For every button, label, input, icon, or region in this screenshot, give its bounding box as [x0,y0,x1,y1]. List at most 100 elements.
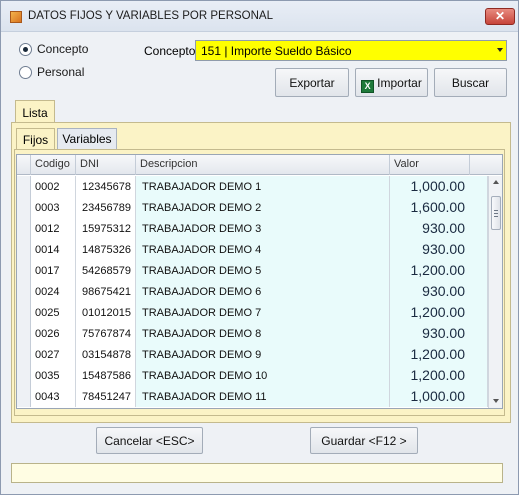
column-header-codigo[interactable]: Codigo [31,155,76,175]
scroll-up-arrow-icon[interactable] [493,180,499,184]
save-button[interactable]: Guardar <F12 > [310,427,418,454]
scrollbar-thumb[interactable] [491,196,501,230]
export-button[interactable]: Exportar [275,68,349,97]
table-row[interactable]: 0025 01012015 TRABAJADOR DEMO 7 1,200.00 [17,302,488,323]
table-row[interactable]: 0012 15975312 TRABAJADOR DEMO 3 930.00 [17,218,488,239]
cell-valor[interactable]: 930.00 [390,281,488,302]
status-bar [11,463,503,483]
cell-valor[interactable]: 1,200.00 [390,365,488,386]
cell-descripcion[interactable]: TRABAJADOR DEMO 10 [136,365,390,386]
row-indicator[interactable] [17,239,31,260]
row-indicator[interactable] [17,323,31,344]
cell-codigo[interactable]: 0027 [31,344,76,365]
row-indicator[interactable] [17,281,31,302]
column-header-valor[interactable]: Valor [390,155,470,175]
vertical-scrollbar[interactable] [488,176,502,408]
tab-fijos[interactable]: Fijos [16,128,55,150]
table-row[interactable]: 0024 98675421 TRABAJADOR DEMO 6 930.00 [17,281,488,302]
cell-dni[interactable]: 15487586 [76,365,136,386]
table-row[interactable]: 0002 12345678 TRABAJADOR DEMO 1 1,000.00 [17,176,488,197]
grip-line [494,210,498,211]
cell-codigo[interactable]: 0043 [31,386,76,407]
cell-codigo[interactable]: 0014 [31,239,76,260]
cell-codigo[interactable]: 0024 [31,281,76,302]
cell-descripcion[interactable]: TRABAJADOR DEMO 8 [136,323,390,344]
table-row[interactable]: 0026 75767874 TRABAJADOR DEMO 8 930.00 [17,323,488,344]
cell-dni[interactable]: 98675421 [76,281,136,302]
cell-valor[interactable]: 1,200.00 [390,260,488,281]
column-header-descripcion[interactable]: Descripcion [136,155,390,175]
radio-concepto-indicator[interactable] [19,42,32,56]
cell-codigo[interactable]: 0003 [31,197,76,218]
cell-descripcion[interactable]: TRABAJADOR DEMO 11 [136,386,390,407]
close-button[interactable]: ✕ [485,8,515,25]
grip-line [494,213,498,214]
radio-personal-label: Personal [37,65,85,79]
cell-valor[interactable]: 1,600.00 [390,197,488,218]
radio-concepto[interactable]: Concepto [19,42,88,56]
table-row[interactable]: 0014 14875326 TRABAJADOR DEMO 4 930.00 [17,239,488,260]
cell-valor[interactable]: 1,000.00 [390,386,488,407]
row-indicator[interactable] [17,365,31,386]
cell-codigo[interactable]: 0025 [31,302,76,323]
row-indicator[interactable] [17,176,31,197]
radio-concepto-label: Concepto [37,42,89,56]
search-button[interactable]: Buscar [434,68,507,97]
cell-descripcion[interactable]: TRABAJADOR DEMO 2 [136,197,390,218]
scroll-down-arrow-icon[interactable] [493,399,499,403]
table-row[interactable]: 0003 23456789 TRABAJADOR DEMO 2 1,600.00 [17,197,488,218]
cell-dni[interactable]: 03154878 [76,344,136,365]
cell-dni[interactable]: 15975312 [76,218,136,239]
cell-dni[interactable]: 23456789 [76,197,136,218]
grid-header: Codigo DNI Descripcion Valor [17,155,502,175]
cancel-button[interactable]: Cancelar <ESC> [96,427,203,454]
import-button[interactable]: X Importar [355,68,428,97]
table-row[interactable]: 0017 54268579 TRABAJADOR DEMO 5 1,200.00 [17,260,488,281]
cell-descripcion[interactable]: TRABAJADOR DEMO 4 [136,239,390,260]
cell-descripcion[interactable]: TRABAJADOR DEMO 6 [136,281,390,302]
cell-valor[interactable]: 1,000.00 [390,176,488,197]
cell-dni[interactable]: 01012015 [76,302,136,323]
cell-valor[interactable]: 930.00 [390,218,488,239]
cell-codigo[interactable]: 0026 [31,323,76,344]
row-indicator[interactable] [17,260,31,281]
cell-codigo[interactable]: 0012 [31,218,76,239]
app-icon [10,11,22,23]
cell-valor[interactable]: 1,200.00 [390,302,488,323]
tab-lista[interactable]: Lista [15,100,55,123]
cell-dni[interactable]: 75767874 [76,323,136,344]
cell-valor[interactable]: 930.00 [390,239,488,260]
cell-descripcion[interactable]: TRABAJADOR DEMO 9 [136,344,390,365]
cell-dni[interactable]: 54268579 [76,260,136,281]
row-indicator[interactable] [17,344,31,365]
column-header-dni[interactable]: DNI [76,155,136,175]
table-row[interactable]: 0043 78451247 TRABAJADOR DEMO 11 1,000.0… [17,386,488,407]
cell-dni[interactable]: 12345678 [76,176,136,197]
row-indicator[interactable] [17,302,31,323]
tab-variables[interactable]: Variables [57,128,117,149]
row-indicator[interactable] [17,218,31,239]
cell-codigo[interactable]: 0002 [31,176,76,197]
title-bar: DATOS FIJOS Y VARIABLES POR PERSONAL ✕ [1,1,518,32]
concept-dropdown[interactable]: 151 | Importe Sueldo Básico [195,40,507,61]
cell-descripcion[interactable]: TRABAJADOR DEMO 5 [136,260,390,281]
cell-descripcion[interactable]: TRABAJADOR DEMO 3 [136,218,390,239]
row-indicator[interactable] [17,386,31,407]
data-grid: Codigo DNI Descripcion Valor 0002 123456… [16,154,503,409]
chevron-down-icon[interactable] [497,48,503,52]
table-row[interactable]: 0035 15487586 TRABAJADOR DEMO 10 1,200.0… [17,365,488,386]
radio-personal[interactable]: Personal [19,65,84,79]
cell-codigo[interactable]: 0017 [31,260,76,281]
cell-dni[interactable]: 78451247 [76,386,136,407]
concept-label: Concepto [144,44,196,58]
cell-valor[interactable]: 1,200.00 [390,344,488,365]
row-indicator[interactable] [17,197,31,218]
cell-descripcion[interactable]: TRABAJADOR DEMO 1 [136,176,390,197]
cell-valor[interactable]: 930.00 [390,323,488,344]
radio-personal-indicator[interactable] [19,65,32,79]
row-indicator-header [17,155,31,175]
cell-codigo[interactable]: 0035 [31,365,76,386]
cell-dni[interactable]: 14875326 [76,239,136,260]
table-row[interactable]: 0027 03154878 TRABAJADOR DEMO 9 1,200.00 [17,344,488,365]
cell-descripcion[interactable]: TRABAJADOR DEMO 7 [136,302,390,323]
